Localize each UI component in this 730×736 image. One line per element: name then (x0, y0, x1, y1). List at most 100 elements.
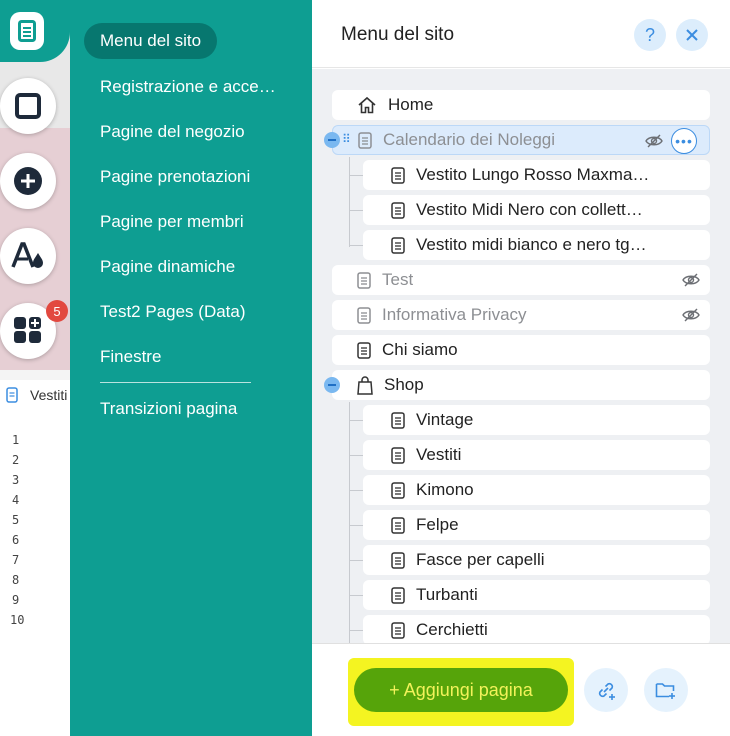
category-booking-pages[interactable]: Pagine prenotazioni (100, 167, 250, 187)
tree-line (349, 402, 350, 643)
panel-title: Menu del sito (341, 24, 455, 45)
page-row-calendario-noleggi[interactable]: Calendario dei Noleggi ••• (332, 125, 710, 155)
page-label: Vestito Midi Nero con collett… (416, 200, 643, 219)
line-number: 4 (12, 493, 20, 507)
category-divider (100, 382, 251, 383)
page-row-chi-siamo[interactable]: Chi siamo (332, 335, 710, 365)
font-color-icon (11, 242, 43, 268)
close-icon (686, 29, 698, 41)
page-icon (358, 131, 372, 149)
hidden-eye-icon (645, 133, 663, 154)
tree-line (349, 455, 363, 456)
line-number: 7 (12, 553, 20, 567)
page-label: Kimono (416, 480, 474, 499)
pages-category-panel: Menu del sito Registrazione e acce… Pagi… (70, 0, 312, 736)
category-dynamic-pages[interactable]: Pagine dinamiche (100, 257, 235, 277)
page-label: Informativa Privacy (382, 305, 527, 324)
drag-handle-icon[interactable]: ⠿ (342, 132, 351, 146)
background-button[interactable] (0, 78, 56, 134)
page-icon (391, 586, 405, 604)
code-file-name: Vestiti (30, 387, 68, 403)
pages-icon[interactable] (10, 12, 44, 50)
page-row-home[interactable]: Home (332, 90, 710, 120)
help-icon: ? (644, 24, 655, 45)
collapse-toggle[interactable] (324, 132, 340, 148)
page-icon (391, 621, 405, 639)
page-row-vestiti[interactable]: Vestiti (363, 440, 710, 470)
tree-line (349, 525, 363, 526)
square-icon (15, 93, 41, 119)
page-row-turbanti[interactable]: Turbanti (363, 580, 710, 610)
page-row-vestito-midi-nero[interactable]: Vestito Midi Nero con collett… (363, 195, 710, 225)
close-button[interactable] (676, 19, 708, 51)
pages-tab[interactable] (0, 0, 70, 62)
hidden-eye-icon (682, 272, 700, 293)
page-icon (391, 236, 405, 254)
help-button[interactable]: ? (634, 19, 666, 51)
page-label: Vestiti (416, 445, 462, 464)
line-number: 3 (12, 473, 20, 487)
page-row-informativa-privacy[interactable]: Informativa Privacy (332, 300, 710, 330)
category-test2-pages[interactable]: Test2 Pages (Data) (100, 302, 246, 322)
panel-footer: + Aggiungi pagina (312, 643, 730, 736)
page-label: Chi siamo (382, 340, 458, 359)
tree-line (349, 560, 363, 561)
category-lightboxes[interactable]: Finestre (100, 347, 161, 367)
link-add-icon (598, 682, 615, 700)
page-icon (357, 271, 371, 289)
page-row-shop[interactable]: Shop (332, 370, 710, 400)
page-label: Vestito midi bianco e nero tg… (416, 235, 647, 254)
page-label: Fasce per capelli (416, 550, 545, 569)
shopping-bag-icon (357, 375, 373, 395)
category-page-transitions[interactable]: Transizioni pagina (100, 399, 237, 419)
page-label: Test (382, 270, 414, 289)
collapse-toggle[interactable] (324, 377, 340, 393)
line-number: 1 (12, 433, 20, 447)
tool-rail: 5 Vestiti 1 2 3 4 5 6 7 8 9 10 (0, 0, 70, 736)
theme-button[interactable] (0, 228, 56, 284)
page-label: Turbanti (416, 585, 478, 604)
line-number: 9 (12, 593, 20, 607)
category-store-pages[interactable]: Pagine del negozio (100, 122, 245, 142)
page-row-cerchietti[interactable]: Cerchietti (363, 615, 710, 643)
add-folder-button[interactable] (644, 668, 688, 712)
pages-tree: Home Calendario dei Noleggi ••• ⠿ Vestit… (312, 69, 730, 643)
code-file-tab[interactable]: Vestiti (6, 387, 67, 403)
page-row-fasce-capelli[interactable]: Fasce per capelli (363, 545, 710, 575)
notification-badge: 5 (46, 300, 68, 322)
tree-line (349, 157, 350, 247)
page-label: Home (388, 95, 434, 114)
page-label: Vestito Lungo Rosso Maxma… (416, 165, 650, 184)
site-menu-panel: Menu del sito ? Home Calendario dei Nole… (312, 0, 730, 736)
home-icon (357, 96, 377, 114)
tree-line (349, 630, 363, 631)
line-numbers: 1 2 3 4 5 6 7 8 9 10 (10, 430, 24, 630)
add-link-button[interactable] (584, 668, 628, 712)
page-row-felpe[interactable]: Felpe (363, 510, 710, 540)
line-number: 6 (12, 533, 20, 547)
page-label: Calendario dei Noleggi (383, 130, 556, 149)
page-label: Vintage (416, 410, 474, 429)
tree-line (349, 490, 363, 491)
add-elements-button[interactable] (0, 153, 56, 209)
add-page-button[interactable]: + Aggiungi pagina (354, 668, 568, 712)
panel-header: Menu del sito ? (312, 0, 730, 68)
page-icon (391, 551, 405, 569)
category-site-menu[interactable]: Menu del sito (84, 23, 218, 59)
category-signup-login[interactable]: Registrazione e acce… (100, 77, 276, 97)
category-member-pages[interactable]: Pagine per membri (100, 212, 244, 232)
page-row-test[interactable]: Test (332, 265, 710, 295)
page-row-vestito-lungo-rosso[interactable]: Vestito Lungo Rosso Maxma… (363, 160, 710, 190)
more-actions-button[interactable]: ••• (671, 128, 697, 154)
tree-line (349, 175, 363, 176)
page-icon (391, 201, 405, 219)
file-icon (6, 387, 18, 403)
page-row-vintage[interactable]: Vintage (363, 405, 710, 435)
page-label: Cerchietti (416, 620, 488, 639)
page-row-vestito-midi-bianco[interactable]: Vestito midi bianco e nero tg… (363, 230, 710, 260)
line-number: 5 (12, 513, 20, 527)
plus-circle-icon (14, 167, 42, 195)
tree-line (349, 420, 363, 421)
page-icon (357, 306, 371, 324)
page-row-kimono[interactable]: Kimono (363, 475, 710, 505)
